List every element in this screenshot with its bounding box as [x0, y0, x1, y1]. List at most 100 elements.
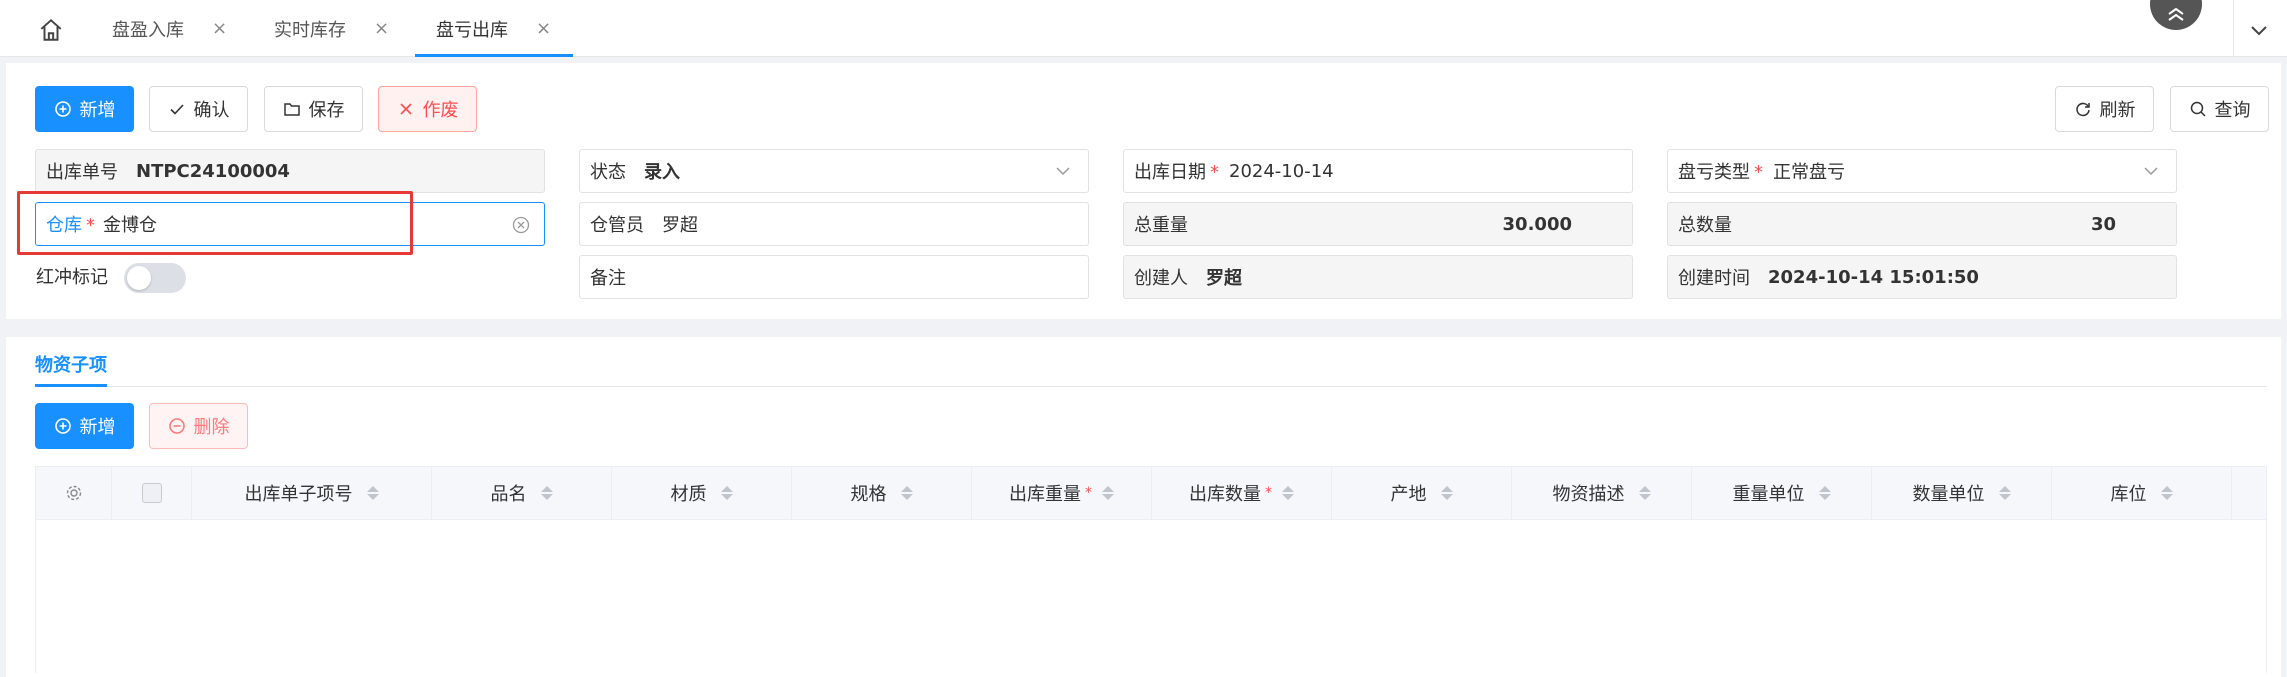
close-icon[interactable]: ×: [212, 18, 227, 39]
total-weight-value: 30.000: [1502, 213, 1572, 235]
column-settings[interactable]: [36, 467, 112, 519]
sort-icon[interactable]: [1998, 486, 2011, 500]
query-button[interactable]: 查询: [2170, 86, 2269, 132]
delete-item-label: 删除: [193, 417, 230, 438]
chevron-down-icon[interactable]: [2247, 18, 2271, 42]
save-button[interactable]: 保存: [264, 86, 363, 132]
query-button-label: 查询: [2214, 100, 2251, 121]
sort-icon[interactable]: [2160, 486, 2173, 500]
red-flag-switch[interactable]: [124, 263, 186, 293]
warehouse-label: 仓库: [46, 215, 82, 236]
sort-icon[interactable]: [366, 486, 379, 500]
out-date-value: 2024-10-14: [1229, 160, 1334, 182]
column-label: 物资描述: [1552, 484, 1625, 505]
sort-icon[interactable]: [720, 486, 733, 500]
column-label: 规格: [850, 484, 887, 505]
add-item-button[interactable]: 新增: [35, 403, 134, 449]
column-header[interactable]: 出库数量 *: [1152, 467, 1332, 519]
refresh-button-label: 刷新: [2099, 100, 2136, 121]
remark-label: 备注: [590, 268, 626, 289]
tab-label: 实时库存: [274, 19, 346, 41]
status-label: 状态: [590, 162, 626, 183]
required-mark: *: [1265, 485, 1272, 501]
red-flag-label: 红冲标记: [36, 267, 108, 288]
creator-field: 创建人 罗超: [1123, 255, 1633, 299]
close-icon: [399, 103, 412, 115]
select-all-cell[interactable]: [112, 467, 192, 519]
plus-circle-icon: [54, 101, 71, 117]
column-label: 材质: [670, 484, 707, 505]
required-mark: *: [1754, 162, 1763, 183]
column-header[interactable]: 出库重量 *: [972, 467, 1152, 519]
refresh-icon: [2075, 102, 2090, 117]
delete-item-button[interactable]: 删除: [149, 403, 248, 449]
column-header[interactable]: 出库单子项号: [192, 467, 432, 519]
column-header[interactable]: 材质: [612, 467, 792, 519]
keeper-label: 仓管员: [590, 215, 644, 236]
sort-icon[interactable]: [1818, 486, 1831, 500]
tab-inventory-gain[interactable]: 盘盈入库 ×: [112, 0, 227, 57]
home-icon[interactable]: [38, 17, 64, 43]
keeper-field[interactable]: 仓管员 罗超: [579, 202, 1089, 246]
select-all-checkbox[interactable]: [141, 483, 162, 503]
add-item-label: 新增: [79, 417, 116, 438]
total-weight-label: 总重量: [1134, 215, 1188, 236]
confirm-button[interactable]: 确认: [149, 86, 248, 132]
column-label: 出库单子项号: [244, 484, 353, 505]
warehouse-value: 金博仓: [103, 215, 157, 236]
warehouse-input[interactable]: 仓库 * 金博仓: [35, 202, 545, 246]
confirm-button-label: 确认: [193, 100, 230, 121]
add-button[interactable]: 新增: [35, 86, 134, 132]
refresh-button[interactable]: 刷新: [2055, 86, 2154, 132]
keeper-value: 罗超: [662, 215, 698, 236]
status-value: 录入: [644, 162, 680, 183]
void-button[interactable]: 作废: [378, 86, 477, 132]
void-button-label: 作废: [422, 100, 459, 121]
sort-icon[interactable]: [1638, 486, 1651, 500]
collapse-button[interactable]: [2150, 0, 2202, 30]
column-header[interactable]: 重量单位: [1692, 467, 1872, 519]
sort-icon[interactable]: [1102, 486, 1114, 500]
sort-icon[interactable]: [1440, 486, 1453, 500]
column-label: 出库数量: [1189, 484, 1261, 505]
close-icon[interactable]: ×: [536, 18, 551, 39]
required-mark: *: [1085, 485, 1092, 501]
divider: [35, 386, 2267, 387]
sort-icon[interactable]: [1282, 486, 1294, 500]
required-mark: *: [86, 215, 95, 236]
sort-icon[interactable]: [900, 486, 913, 500]
status-select[interactable]: 状态 录入: [579, 149, 1089, 193]
column-label: 数量单位: [1912, 484, 1985, 505]
column-label: 库位: [2110, 484, 2147, 505]
search-icon: [2190, 101, 2206, 117]
tab-realtime-stock[interactable]: 实时库存 ×: [274, 0, 389, 57]
column-label: 品名: [490, 484, 527, 505]
total-weight-field: 总重量 30.000: [1123, 202, 1633, 246]
remark-field[interactable]: 备注: [579, 255, 1089, 299]
double-chevron-up-icon: [2168, 7, 2184, 21]
column-label: 产地: [1390, 484, 1427, 505]
close-icon[interactable]: ×: [374, 18, 389, 39]
total-qty-field: 总数量 30: [1667, 202, 2177, 246]
column-header[interactable]: 规格: [792, 467, 972, 519]
column-header[interactable]: 产地: [1332, 467, 1512, 519]
minus-circle-icon: [168, 418, 185, 434]
tab-items[interactable]: 物资子项: [35, 351, 107, 377]
loss-type-select[interactable]: 盘亏类型 * 正常盘亏: [1667, 149, 2177, 193]
column-header[interactable]: 数量单位: [1872, 467, 2052, 519]
column-header[interactable]: 品名: [432, 467, 612, 519]
sort-icon[interactable]: [540, 486, 553, 500]
plus-circle-icon: [54, 418, 71, 434]
required-mark: *: [1210, 162, 1219, 183]
column-header[interactable]: 库位: [2052, 467, 2232, 519]
column-header[interactable]: 物资描述: [1512, 467, 1692, 519]
add-button-label: 新增: [79, 100, 116, 121]
order-no-value: NTPC24100004: [136, 160, 290, 182]
items-table-header: 出库单子项号 品名 材质 规格 出库重量 * 出库数量 * 产地 物资描述 重量单位…: [35, 466, 2267, 520]
tab-bar: 盘盈入库 × 实时库存 × 盘亏出库 ×: [0, 0, 2287, 57]
clear-icon[interactable]: [512, 216, 530, 234]
tab-label: 盘盈入库: [112, 19, 184, 41]
tab-inventory-loss[interactable]: 盘亏出库 ×: [415, 0, 574, 57]
out-date-field[interactable]: 出库日期 * 2024-10-14: [1123, 149, 1633, 193]
save-button-label: 保存: [308, 100, 345, 121]
